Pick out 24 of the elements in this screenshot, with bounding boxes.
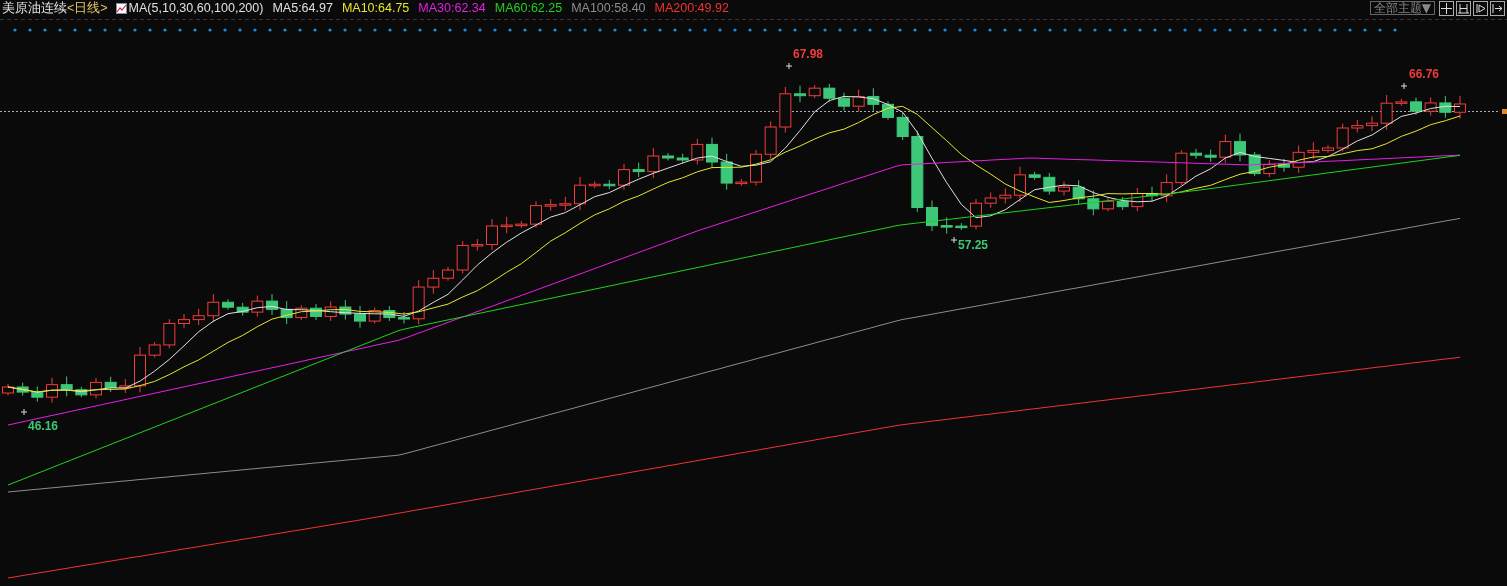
ma-legend-label: MA200:49.92 xyxy=(654,1,729,15)
price-extreme-label: 46.16 xyxy=(28,419,59,433)
extreme-marker-icon xyxy=(1400,82,1408,90)
ma-legend-label: MA30:62.34 xyxy=(418,1,486,15)
theme-dropdown[interactable]: 全部主题▼ xyxy=(1369,1,1435,15)
line-chart-icon xyxy=(115,2,127,14)
price-extreme-label: 57.25 xyxy=(958,238,989,252)
ma-legend-label: MA5:64.97 xyxy=(272,1,333,15)
ma-legend-label: MA60:62.25 xyxy=(494,1,563,15)
ma-legend-label: MA100:58.40 xyxy=(571,1,646,15)
ma-legend-label: MA(5,10,30,60,100,200) xyxy=(128,1,264,15)
extreme-marker-icon xyxy=(950,236,958,244)
exit-icon[interactable] xyxy=(1490,0,1505,16)
crosshair-icon[interactable] xyxy=(1439,0,1454,16)
extreme-marker-icon xyxy=(785,62,793,70)
instrument-title: 美原油连续 xyxy=(2,0,67,17)
period-label: <日线> xyxy=(67,0,108,17)
price-marker xyxy=(1502,109,1507,114)
extreme-marker-icon xyxy=(20,408,28,416)
play-icon[interactable] xyxy=(1473,0,1488,16)
bar-marker-icon[interactable] xyxy=(1456,0,1471,16)
ma-legend-label: MA10:64.75 xyxy=(341,1,410,15)
price-extreme-label: 66.76 xyxy=(1409,67,1440,81)
price-extreme-label: 67.98 xyxy=(793,47,824,61)
